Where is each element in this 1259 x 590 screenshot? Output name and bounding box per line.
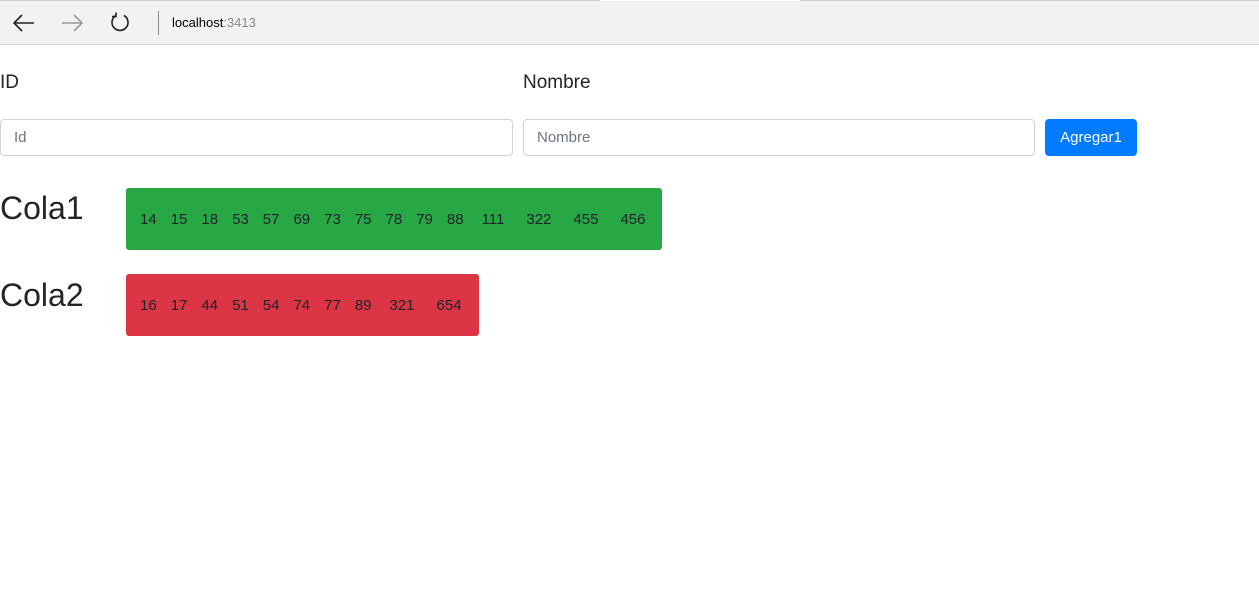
cola1-item: 53	[232, 210, 249, 228]
nombre-label: Nombre	[523, 72, 591, 93]
cola2-title: Cola2	[0, 277, 84, 313]
cola2-item: 77	[324, 296, 341, 314]
id-label: ID	[0, 72, 19, 93]
address-host: localhost	[172, 15, 224, 30]
cola2-item: 51	[232, 296, 249, 314]
id-input[interactable]	[0, 119, 513, 156]
cola2-item: 54	[262, 296, 280, 314]
cola1-item: 456	[620, 210, 646, 228]
cola2-item: 74	[293, 296, 311, 314]
cola1-item: 111	[481, 210, 505, 228]
nombre-input[interactable]	[523, 119, 1035, 156]
cola1-item: 69	[293, 210, 311, 228]
cola1-item: 455	[573, 210, 599, 228]
refresh-icon	[111, 12, 129, 32]
arrow-right-icon	[62, 14, 83, 32]
reload-button[interactable]	[105, 8, 135, 38]
cola2-item: 44	[201, 296, 219, 314]
forward-button[interactable]	[57, 8, 87, 38]
toolbar-top-border-right	[800, 0, 1259, 1]
cola1-item: 88	[446, 210, 464, 228]
address-bar[interactable]: localhost:3413	[172, 15, 256, 30]
toolbar-top-border	[0, 0, 600, 1]
cola2-item: 17	[170, 296, 188, 314]
cola1-item: 18	[201, 210, 219, 228]
cola2-queue: 16 17 44 51 54 74 77 89 321 654	[126, 274, 479, 336]
cola1-item: 14	[140, 210, 157, 228]
address-separator	[158, 11, 159, 35]
browser-toolbar: localhost:3413	[0, 0, 1259, 45]
cola1-item: 57	[262, 210, 280, 228]
cola1-item: 79	[416, 210, 433, 228]
cola1-title: Cola1	[0, 190, 84, 226]
active-tab-indicator	[600, 0, 800, 1]
cola1-queue: 14 15 18 53 57 69 73 75 78 79 88 111 322 455 456	[126, 188, 663, 250]
cola1-item: 78	[385, 210, 403, 228]
cola2-item: 654	[436, 296, 462, 314]
cola1-item: 15	[170, 210, 188, 228]
cola2-item: 16	[140, 296, 157, 314]
arrow-left-icon	[13, 14, 34, 32]
cola1-item: 75	[354, 210, 372, 228]
back-button[interactable]	[9, 8, 39, 38]
cola2-item: 321	[389, 296, 415, 314]
agregar-button[interactable]: Agregar1	[1045, 119, 1137, 156]
cola1-item: 73	[324, 210, 341, 228]
cola2-item: 89	[354, 296, 372, 314]
cola1-item: 322	[526, 210, 552, 228]
address-port: :3413	[223, 15, 256, 30]
